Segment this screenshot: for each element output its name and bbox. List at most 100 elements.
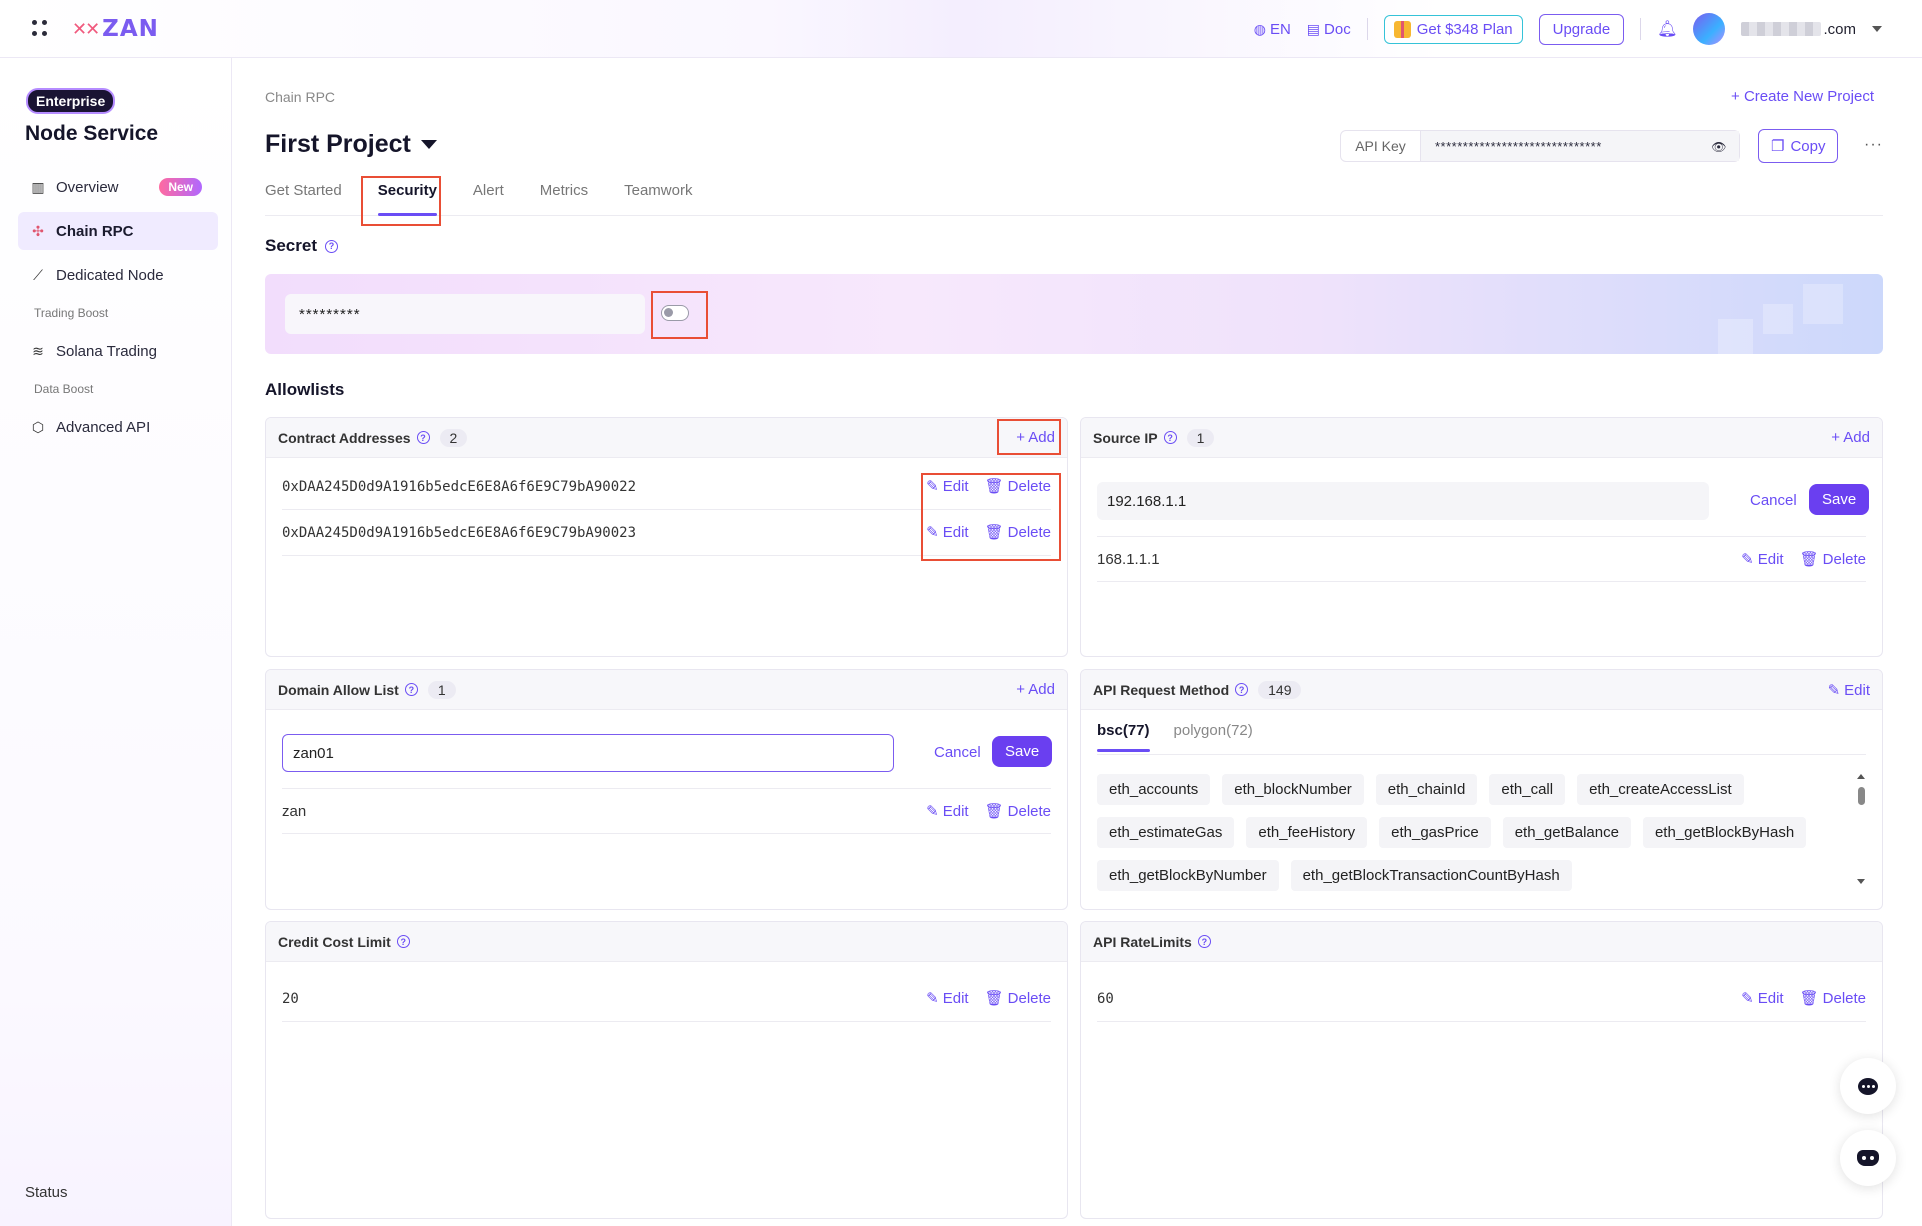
pencil-icon: ✎ xyxy=(1741,990,1754,1007)
domain-input[interactable]: zan01 xyxy=(282,734,894,772)
scrollbar[interactable] xyxy=(1856,774,1866,886)
edit-button[interactable]: ✎ Edit xyxy=(1741,989,1783,1008)
gift-icon xyxy=(1393,20,1411,38)
eye-hidden-icon[interactable]: 👁︎ xyxy=(1711,140,1727,154)
trash-icon: 🗑︎ xyxy=(1799,990,1819,1007)
count-badge: 1 xyxy=(1186,428,1215,447)
tab-polygon[interactable]: polygon(72) xyxy=(1174,722,1253,750)
method-chip: eth_getBalance xyxy=(1502,817,1631,848)
scroll-down-icon[interactable] xyxy=(1857,879,1865,884)
secret-banner: ********* xyxy=(265,274,1883,354)
method-chip: eth_estimateGas xyxy=(1097,817,1235,848)
zan-logo[interactable]: ✕✕ ZAN xyxy=(72,14,159,44)
avatar[interactable] xyxy=(1693,13,1726,45)
chevron-down-icon[interactable] xyxy=(1872,26,1882,32)
cancel-button[interactable]: Cancel xyxy=(934,744,981,761)
count-badge: 2 xyxy=(439,428,468,447)
sidebar-item-overview[interactable]: ▥ Overview New xyxy=(18,168,218,206)
tab-bsc[interactable]: bsc(77) xyxy=(1097,722,1150,752)
copy-icon: ❐ xyxy=(1771,138,1785,155)
tab-bar: Get Started Security Alert Metrics Teamw… xyxy=(265,176,1883,216)
project-selector[interactable]: First Project xyxy=(265,130,437,159)
apps-grid-icon[interactable] xyxy=(32,20,50,38)
divider xyxy=(1366,18,1368,40)
secret-input[interactable]: ********* xyxy=(285,294,645,334)
main-content: Chain RPC + Create New Project First Pro… xyxy=(232,58,1922,1226)
tab-metrics[interactable]: Metrics xyxy=(540,176,588,216)
highlight-box-security-tab xyxy=(361,176,441,226)
domain-allow-list-card: Domain Allow List? 1 + Add zan01 Cancel … xyxy=(265,669,1068,910)
create-project-link[interactable]: + Create New Project xyxy=(1731,88,1874,105)
edit-button[interactable]: ✎ Edit xyxy=(926,989,968,1008)
source-ip-input[interactable]: 192.168.1.1 xyxy=(1097,482,1709,520)
add-ip-button[interactable]: + Add xyxy=(1831,429,1870,446)
upgrade-button[interactable]: Upgrade xyxy=(1538,13,1625,45)
get-plan-button[interactable]: Get $348 Plan xyxy=(1383,14,1523,44)
page-title: First Project xyxy=(265,130,411,158)
card-header: Domain Allow List? 1 + Add xyxy=(266,670,1067,710)
help-icon[interactable]: ? xyxy=(1197,935,1211,948)
tab-alert[interactable]: Alert xyxy=(473,176,504,216)
document-icon: ▤ xyxy=(1306,20,1321,37)
tab-teamwork[interactable]: Teamwork xyxy=(624,176,692,216)
delete-button[interactable]: 🗑︎ Delete xyxy=(985,802,1051,821)
doc-link[interactable]: ▤ Doc xyxy=(1307,21,1351,38)
delete-button[interactable]: 🗑︎ Delete xyxy=(1800,550,1866,569)
sidebar-item-advanced-api[interactable]: ⬡ Advanced API xyxy=(18,408,218,446)
divider xyxy=(1097,754,1866,755)
method-chip: eth_createAccessList xyxy=(1577,774,1744,805)
bar-chart-icon: ▥ xyxy=(31,178,45,195)
help-icon[interactable]: ? xyxy=(404,683,418,696)
delete-button[interactable]: 🗑︎ Delete xyxy=(1799,989,1866,1008)
more-icon[interactable]: ··· xyxy=(1864,136,1883,154)
delete-button[interactable]: 🗑︎ Delete xyxy=(984,989,1051,1008)
trash-icon: 🗑︎ xyxy=(984,990,1004,1007)
decor-square xyxy=(1803,284,1843,324)
api-key-label: API Key xyxy=(1341,131,1421,161)
table-row: zan ✎ Edit 🗑︎ Delete xyxy=(282,788,1051,834)
decor-square xyxy=(1718,319,1753,354)
highlight-box-toggle xyxy=(651,291,708,339)
secret-section-title: Secret ? xyxy=(265,236,338,256)
edit-methods-button[interactable]: ✎ Edit xyxy=(1828,681,1870,700)
api-key-value: ****************************** 👁︎ xyxy=(1421,131,1739,161)
language-switch[interactable]: ◍ EN xyxy=(1254,21,1291,38)
sidebar-item-dedicated-node[interactable]: ⟋ Dedicated Node xyxy=(18,256,218,294)
save-button[interactable]: Save xyxy=(992,736,1053,767)
add-domain-button[interactable]: + Add xyxy=(1016,681,1055,698)
chat-button[interactable] xyxy=(1840,1058,1896,1114)
pencil-icon: ✎ xyxy=(926,803,939,820)
help-icon[interactable]: ? xyxy=(1235,683,1249,696)
status-link[interactable]: Status xyxy=(25,1184,68,1201)
copy-button[interactable]: ❐ Copy xyxy=(1758,129,1839,163)
bell-icon[interactable]: 🔔︎ xyxy=(1657,19,1677,39)
help-icon[interactable]: ? xyxy=(416,431,430,444)
edit-button[interactable]: ✎ Edit xyxy=(1741,550,1783,569)
help-icon[interactable]: ? xyxy=(396,935,410,948)
help-icon[interactable]: ? xyxy=(324,239,338,253)
new-badge: New xyxy=(159,178,202,196)
method-chip: eth_call xyxy=(1489,774,1566,805)
tab-get-started[interactable]: Get Started xyxy=(265,176,342,216)
email-suffix: .com xyxy=(1823,20,1856,38)
globe-icon: ◍ xyxy=(1253,20,1266,37)
table-row: 20 ✎ Edit 🗑︎ Delete xyxy=(282,976,1051,1022)
breadcrumb[interactable]: Chain RPC xyxy=(265,89,335,105)
card-header: Source IP? 1 + Add xyxy=(1081,418,1882,458)
scroll-thumb[interactable] xyxy=(1857,787,1865,805)
edit-button[interactable]: ✎ Edit xyxy=(926,802,968,821)
sidebar-item-solana-trading[interactable]: ≋ Solana Trading xyxy=(18,332,218,370)
discord-button[interactable] xyxy=(1840,1130,1896,1186)
scroll-up-icon[interactable] xyxy=(1857,774,1865,779)
table-row: 168.1.1.1 ✎ Edit 🗑︎ Delete xyxy=(1097,536,1866,582)
save-button[interactable]: Save xyxy=(1809,484,1870,515)
source-ip-card: Source IP? 1 + Add 192.168.1.1 Cancel Sa… xyxy=(1080,417,1883,657)
sidebar-item-chain-rpc[interactable]: ✣ Chain RPC xyxy=(18,212,218,250)
method-chip-list: eth_accounts eth_blockNumber eth_chainId… xyxy=(1097,774,1857,891)
method-chip: eth_getBlockTransactionCountByHash xyxy=(1290,860,1572,891)
cancel-button[interactable]: Cancel xyxy=(1750,492,1797,509)
help-icon[interactable]: ? xyxy=(1163,431,1177,444)
api-request-method-card: API Request Method? 149 ✎ Edit bsc(77) po… xyxy=(1080,669,1883,910)
chat-icon xyxy=(1858,1077,1878,1095)
table-row: 60 ✎ Edit 🗑︎ Delete xyxy=(1097,976,1866,1022)
